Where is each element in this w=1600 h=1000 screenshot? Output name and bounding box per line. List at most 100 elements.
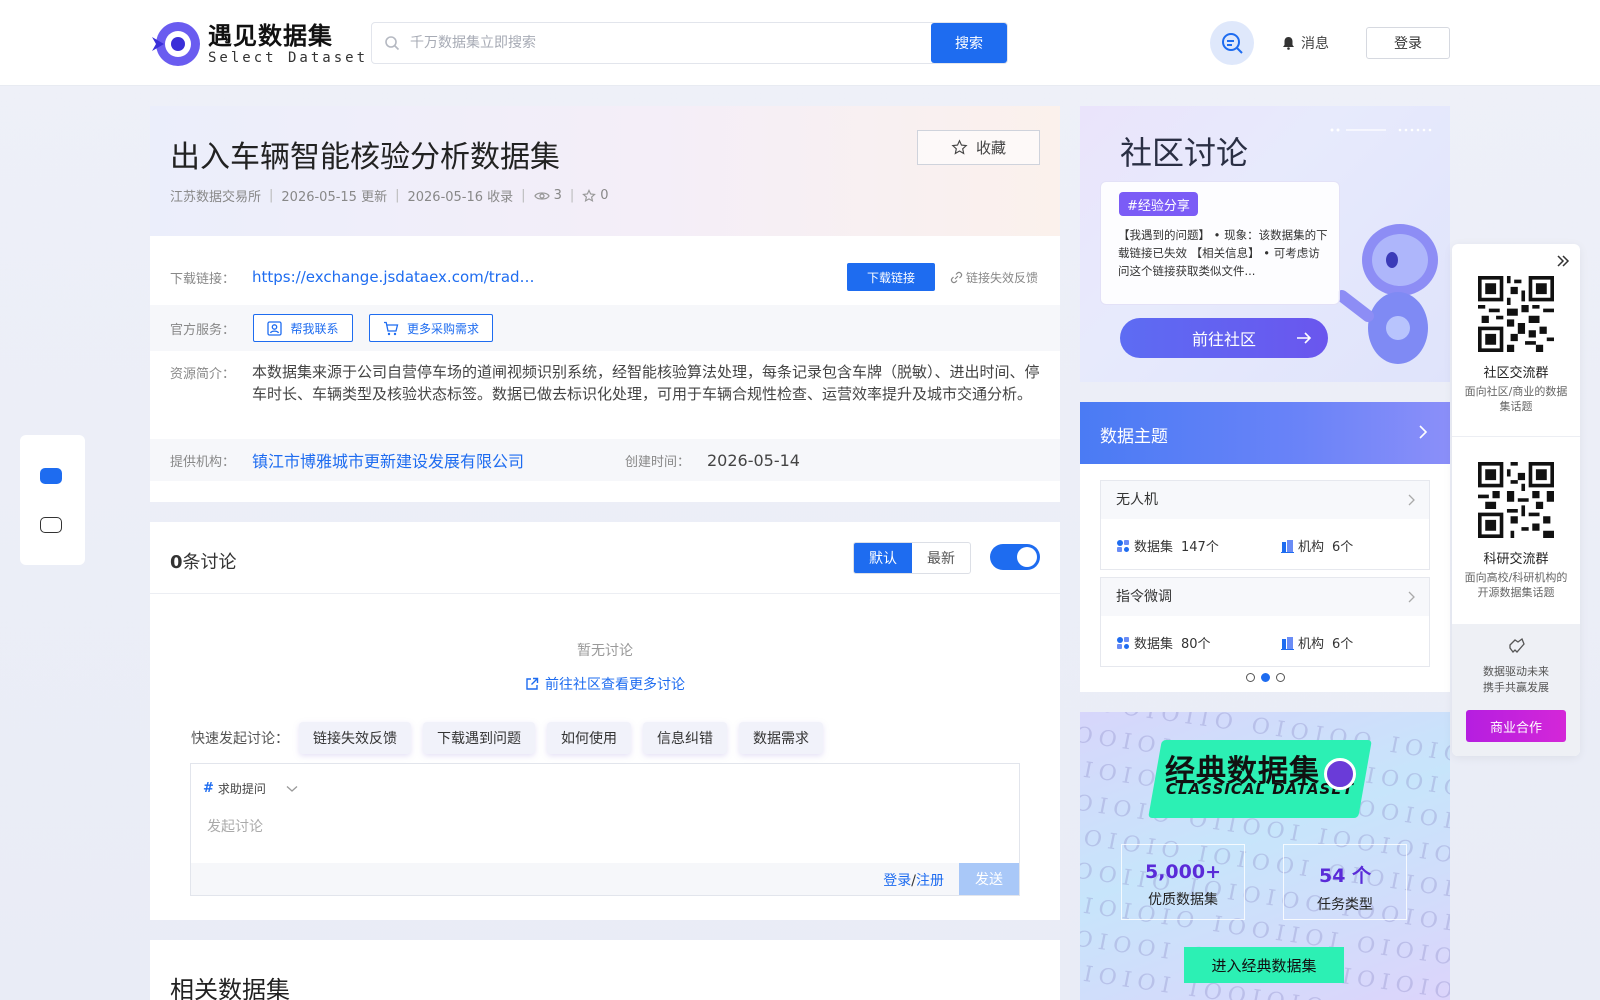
download-url-link[interactable]: https://exchange.jsdataex.com/trade-… [252,268,537,286]
top-header: 遇见数据集 Select Dataset 搜索 消息 登录 [0,0,1600,86]
dataset-header: 出入车辆智能核验分析数据集 收藏 江苏数据交易所 | 2026-05-15 更新 |… [150,106,1060,236]
data-themes-header[interactable]: 数据主题 [1080,402,1450,464]
editor-login-link[interactable]: 登录 [883,873,911,889]
quality-datasets-stat: 5,000+ 优质数据集 [1121,844,1245,920]
search-button[interactable]: 搜索 [931,23,1007,63]
carousel-dot[interactable] [1275,673,1285,682]
service-row: 官方服务： 帮我联系 更多采购需求 [150,305,1060,351]
provider-label: 提供机构： [170,454,236,470]
double-chevron-right-icon[interactable] [1556,254,1570,268]
service-label: 官方服务： [170,322,236,338]
eye-icon [533,191,550,200]
goto-community-button[interactable]: 前往社区 [1120,318,1328,358]
community-banner: 社区讨论 #经验分享 【我遇到的问题】 • 现象：该数据集的下载链接已失效 【相… [1080,106,1450,382]
intro-text: 本数据集来源于公司自营停车场的道闸视频识别系统，经智能核验算法处理，每条记录包含… [252,363,1040,403]
provider-link[interactable]: 镇江市博雅城市更新建设发展有限公司 [252,448,524,472]
collected-date: 2026-05-16 收录 [407,190,514,205]
site-logo[interactable]: 遇见数据集 Select Dataset [150,18,368,70]
more-purchase-button[interactable]: 更多采购需求 [369,314,493,342]
source-name: 江苏数据交易所 [170,190,262,205]
theme-item[interactable]: 指令微调 数据集 80个 机构 6个 [1100,577,1430,667]
login-button[interactable]: 登录 [1366,27,1450,59]
quality-datasets-number: 5,000+ [1144,861,1222,883]
org-label: 机构 [1298,540,1325,555]
dataset-label: 数据集 [1134,637,1174,652]
dataset-label: 数据集 [1134,540,1174,555]
toggle-view-icon[interactable] [40,517,62,533]
link-feedback-link[interactable]: 链接失效反馈 [950,269,1038,286]
quick-chip[interactable]: 信息纠错 [643,722,727,754]
experience-tag: #经验分享 [1119,192,1198,216]
sort-default-tab[interactable]: 默认 [854,543,912,573]
send-button[interactable]: 发送 [959,863,1019,895]
topic-type-select[interactable]: # 求助提问 [203,780,298,797]
dataset-count: 80个 [1181,637,1211,652]
goto-community-link[interactable]: 前往社区查看更多讨论 [150,674,1060,694]
org-count: 6个 [1332,540,1354,555]
broken-link-icon [950,271,963,283]
business-slogan-line2: 携手共赢发展 [1483,681,1549,694]
carousel-dot[interactable] [1245,673,1255,682]
related-datasets-section: 相关数据集 [150,940,1060,1000]
dataset-grid-icon [1117,636,1129,649]
more-purchase-label: 更多采购需求 [406,321,479,336]
chevron-right-icon [1408,494,1415,506]
data-themes-title: 数据主题 [1100,427,1168,447]
dataset-grid-icon [1117,539,1129,552]
dataset-count: 147个 [1181,540,1219,555]
community-post-card[interactable]: #经验分享 【我遇到的问题】 • 现象：该数据集的下载链接已失效 【相关信息】 … [1100,181,1340,305]
quick-chip[interactable]: 下载遇到问题 [423,722,535,754]
editor-register-link[interactable]: 注册 [916,873,944,889]
link-feedback-label: 链接失效反馈 [966,270,1039,285]
star-icon [951,139,968,155]
download-button[interactable]: 下载链接 [847,263,935,291]
messages-link[interactable]: 消息 [1282,33,1329,53]
quick-chip[interactable]: 如何使用 [547,722,631,754]
community-group-title: 社区交流群 [1483,366,1549,381]
quality-datasets-label: 优质数据集 [1148,892,1218,908]
quick-chip[interactable]: 数据需求 [739,722,823,754]
qr-code-icon [1478,276,1554,352]
login-register-prompt: 登录/注册 [883,870,944,890]
star-outline-icon [582,188,597,202]
business-slogan: 数据驱动未来 携手共赢发展 [1452,664,1580,696]
theme-item[interactable]: 无人机 数据集 147个 机构 6个 [1100,480,1430,570]
ai-search-button[interactable] [1210,21,1254,65]
download-row: 下载链接： https://exchange.jsdataex.com/trad… [150,256,1060,298]
discussion-card: 0条讨论 默认 最新 暂无讨论 前往社区查看更多讨论 快速发起讨论： 链接失效反… [150,522,1060,920]
goto-community-button-label: 前往社区 [1191,330,1256,349]
discussion-toggle[interactable] [990,544,1040,570]
robot-mascot-icon [1338,224,1438,364]
side-contact-panel: 社区交流群 面向社区/商业的数据集话题 科研交流群 面向高校/科研机构的开源数据… [1452,244,1580,756]
sort-switch: 默认 最新 [853,542,971,574]
quick-chip[interactable]: 链接失效反馈 [299,722,411,754]
community-group-desc: 面向社区/商业的数据集话题 [1464,385,1568,413]
star-seal-icon [1324,758,1356,790]
community-title: 社区讨论 [1120,134,1249,172]
logo-icon [152,22,200,66]
theme-name-row: 无人机 [1101,481,1429,519]
provider-row: 提供机构： 镇江市博雅城市更新建设发展有限公司 创建时间： 2026-05-14 [150,439,1060,481]
toggle-view-icon-active[interactable] [40,468,62,484]
carousel-dot-active[interactable] [1260,673,1270,682]
logo-text-en: Select Dataset [208,50,369,66]
data-themes-panel: 数据主题 无人机 数据集 147个 机构 6个 指令微调 数据集 80个 机构 6个 [1080,402,1450,692]
carousel-dots [1080,673,1450,682]
discussion-textarea[interactable]: 发起讨论 [207,816,263,836]
org-label: 机构 [1298,637,1325,652]
favorite-label: 收藏 [975,139,1006,157]
contact-me-button[interactable]: 帮我联系 [253,314,353,342]
favorite-button[interactable]: 收藏 [917,130,1040,165]
community-post-text: 【我遇到的问题】 • 现象：该数据集的下载链接已失效 【相关信息】 • 可考虑访… [1118,228,1328,278]
messages-label: 消息 [1301,36,1329,52]
business-section: 数据驱动未来 携手共赢发展 商业合作 [1452,624,1580,756]
handshake-icon [1509,637,1525,653]
editor-footer: 登录/注册 发送 [191,863,1019,895]
theme-org-stat: 机构 6个 [1281,536,1353,555]
search-input[interactable] [400,24,1007,62]
theme-dataset-stat: 数据集 80个 [1116,633,1211,652]
enter-classic-button[interactable]: 进入经典数据集 [1184,947,1344,983]
business-cooperation-button[interactable]: 商业合作 [1466,710,1566,742]
sort-latest-tab[interactable]: 最新 [912,543,970,573]
discussion-count-suffix: 条讨论 [182,552,237,573]
